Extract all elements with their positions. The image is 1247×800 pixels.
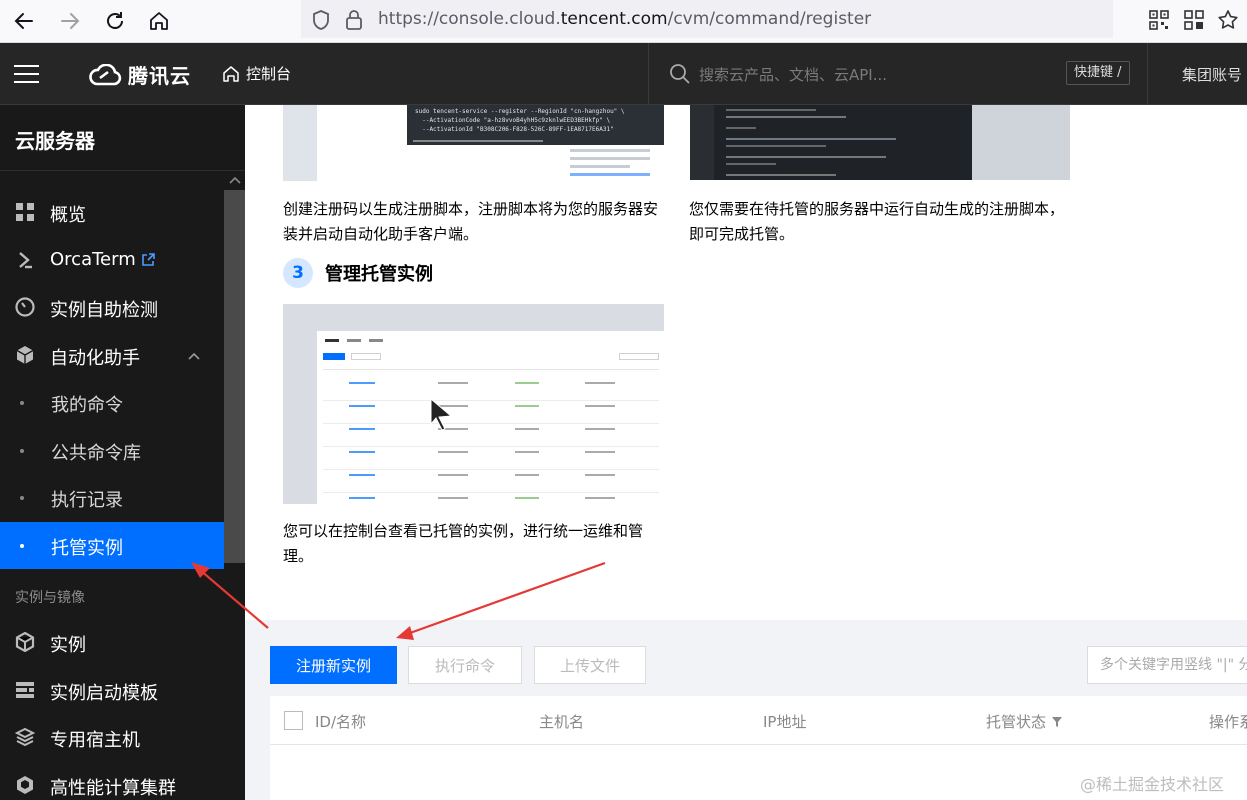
sidebar-group-label: 实例与镜像 xyxy=(15,590,85,606)
qr-code-icon[interactable] xyxy=(1146,7,1172,33)
sidebar-item-label: 自动化助手 xyxy=(50,348,140,369)
sidebar-item-label: 实例 xyxy=(50,635,86,656)
shield-icon[interactable] xyxy=(308,7,334,33)
browser-toolbar: https://console.cloud.tencent.com/cvm/co… xyxy=(0,0,1247,43)
guide-caption-3: 您可以在控制台查看已托管的实例，进行统一运维和管理。 xyxy=(283,522,644,565)
terminal-text: sudo tencent-service --register --Region… xyxy=(415,108,625,133)
console-link[interactable]: 控制台 xyxy=(222,63,291,84)
play-cursor-icon xyxy=(430,397,453,431)
bullet-icon xyxy=(20,544,24,548)
gauge-icon xyxy=(14,296,36,318)
bookmark-star-icon[interactable] xyxy=(1215,7,1241,33)
forward-icon[interactable] xyxy=(55,6,85,36)
sidebar-item-launch-templates[interactable]: 实例启动模板 xyxy=(0,667,224,714)
bullet-icon xyxy=(20,496,24,500)
sidebar-item-instances[interactable]: 实例 xyxy=(0,619,224,666)
url-text[interactable]: https://console.cloud.tencent.com/cvm/co… xyxy=(378,9,871,29)
qr-scan-icon[interactable] xyxy=(1181,7,1207,33)
sidebar-item-label: 概览 xyxy=(50,205,86,226)
run-command-button[interactable]: 执行命令 xyxy=(408,646,522,684)
table-header: ID/名称 主机名 IP地址 托管状态 操作系 xyxy=(270,696,1247,745)
guide-step-3: 3 管理托管实例 xyxy=(283,258,433,288)
sidebar-item-execution-records[interactable]: 执行记录 xyxy=(0,474,224,521)
guide-image-run-script xyxy=(690,105,1070,180)
watermark: @稀土掘金技术社区 xyxy=(1080,775,1225,794)
external-link-icon xyxy=(142,253,156,266)
filter-icon[interactable] xyxy=(1051,716,1063,728)
search-icon xyxy=(670,64,690,84)
sidebar-item-label: 我的命令 xyxy=(51,395,123,416)
back-icon[interactable] xyxy=(9,6,39,36)
guide-caption-1: 创建注册码以生成注册脚本，注册脚本将为您的服务器安装并启动自动化助手客户端。 xyxy=(283,200,659,243)
sidebar: 云服务器 概览 OrcaTerm 实例自助检测 自动化助手 我的命令 公共命令库… xyxy=(0,105,245,800)
guide-image-register-script: sudo tencent-service --register --Region… xyxy=(283,105,664,181)
upload-file-button[interactable]: 上传文件 xyxy=(534,646,646,684)
home-icon xyxy=(223,65,239,82)
chevron-up-icon[interactable] xyxy=(188,352,200,360)
sidebar-item-my-commands[interactable]: 我的命令 xyxy=(0,379,224,426)
sidebar-item-label: 执行记录 xyxy=(51,490,123,511)
sidebar-item-dedicated-hosts[interactable]: 专用宿主机 xyxy=(0,714,224,761)
step-title: 管理托管实例 xyxy=(325,264,433,285)
cube-icon xyxy=(14,631,36,653)
sidebar-item-public-commands[interactable]: 公共命令库 xyxy=(0,427,224,474)
cloud-logo-icon xyxy=(89,63,122,85)
register-new-instance-button[interactable]: 注册新实例 xyxy=(270,646,397,684)
guide-image-manage-instances[interactable] xyxy=(283,304,664,504)
sidebar-item-label: 专用宿主机 xyxy=(50,730,140,751)
sidebar-item-automation-assistant[interactable]: 自动化助手 xyxy=(0,332,224,379)
home-icon[interactable] xyxy=(144,6,174,36)
column-header-id-name: ID/名称 xyxy=(315,713,367,731)
robot-icon xyxy=(14,344,36,366)
sidebar-title: 云服务器 xyxy=(15,129,95,153)
column-header-os: 操作系 xyxy=(1209,713,1247,731)
reload-icon[interactable] xyxy=(100,6,130,36)
sidebar-item-label: OrcaTerm xyxy=(50,249,156,270)
sidebar-item-label: 高性能计算集群 xyxy=(50,778,176,799)
sidebar-item-managed-instances[interactable]: 托管实例 xyxy=(0,522,224,569)
cluster-icon xyxy=(14,774,36,796)
global-search[interactable]: 搜索云产品、文档、云API... 快捷键 / xyxy=(648,43,1148,105)
brand-name: 腾讯云 xyxy=(128,64,191,88)
sidebar-item-label: 实例启动模板 xyxy=(50,683,158,704)
sidebar-item-label: 托管实例 xyxy=(51,538,123,559)
layers-icon xyxy=(14,726,36,748)
console-header: 腾讯云 控制台 搜索云产品、文档、云API... 快捷键 / 集团账号 xyxy=(0,43,1247,105)
guide-caption-2: 您仅需要在待托管的服务器中运行自动生成的注册脚本，即可完成托管。 xyxy=(689,200,1065,243)
terminal-icon xyxy=(14,249,36,271)
divider xyxy=(0,170,245,171)
sidebar-scrollbar-thumb[interactable] xyxy=(224,190,245,563)
lock-icon[interactable] xyxy=(341,7,367,33)
bullet-icon xyxy=(20,449,24,453)
tencent-cloud-logo[interactable]: 腾讯云 xyxy=(88,60,191,89)
keyword-filter-input[interactable]: 多个关键字用竖线 "|" 分 xyxy=(1087,646,1247,684)
select-all-checkbox[interactable] xyxy=(284,711,303,730)
sidebar-item-orcaterm[interactable]: OrcaTerm xyxy=(0,237,224,284)
sidebar-item-label: 实例自助检测 xyxy=(50,300,158,321)
column-header-hostname: 主机名 xyxy=(539,713,585,731)
sidebar-item-overview[interactable]: 概览 xyxy=(0,189,224,236)
scroll-up-icon[interactable] xyxy=(229,175,241,185)
sidebar-item-label: 公共命令库 xyxy=(51,443,141,464)
column-header-managed-status[interactable]: 托管状态 xyxy=(986,711,1063,732)
sidebar-item-self-check[interactable]: 实例自助检测 xyxy=(0,284,224,331)
sidebar-item-hpc-cluster[interactable]: 高性能计算集群 xyxy=(0,762,224,800)
template-icon xyxy=(14,679,36,701)
console-label: 控制台 xyxy=(246,65,292,83)
account-menu[interactable]: 集团账号 xyxy=(1182,64,1242,85)
grid-icon xyxy=(14,201,36,223)
bullet-icon xyxy=(20,401,24,405)
step-number-badge: 3 xyxy=(283,258,313,288)
column-header-ip: IP地址 xyxy=(763,713,807,731)
search-placeholder: 搜索云产品、文档、云API... xyxy=(699,66,888,84)
menu-icon[interactable] xyxy=(14,65,39,83)
hotkey-badge: 快捷键 / xyxy=(1066,61,1130,85)
